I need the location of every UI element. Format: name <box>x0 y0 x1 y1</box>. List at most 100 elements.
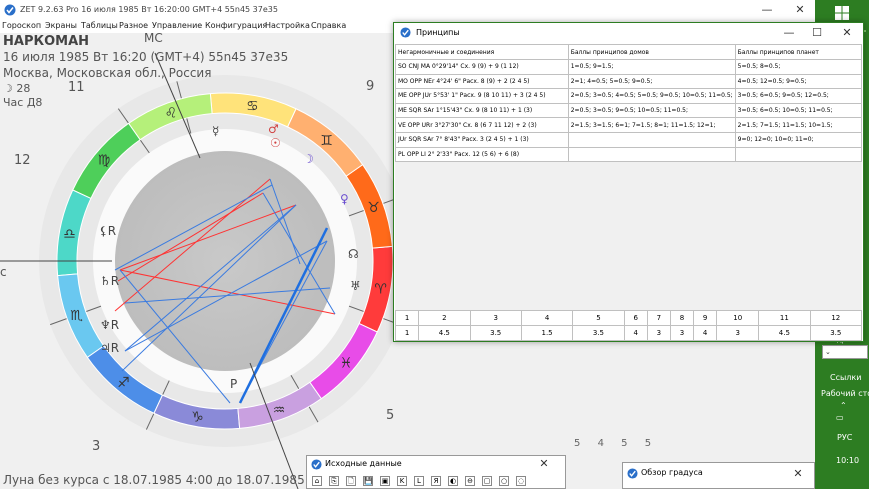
close-button[interactable]: ✕ <box>785 2 815 18</box>
toolbar-tool-icon[interactable]: K <box>397 476 407 486</box>
house-score-cell[interactable] <box>567 131 736 148</box>
score-value-6[interactable]: 4 <box>623 325 648 341</box>
score-house-7[interactable]: 7 <box>646 310 671 326</box>
aspect-cell[interactable]: SO CNJ MA 0°29'14" Сх. 9 (9) + 9 (1 12) <box>395 59 569 75</box>
toolbar-tool-icon[interactable]: ▣ <box>380 476 390 486</box>
house-score-cell[interactable]: 2=0.5; 3=0.5; 9=0.5; 10=0.5; 11=0.5; <box>567 102 736 119</box>
score-value-12[interactable]: 3.5 <box>809 325 863 341</box>
planet-lilith-icon[interactable]: ⚸R <box>99 224 116 238</box>
planet-node-icon[interactable]: ☊ <box>348 247 359 261</box>
table-row[interactable]: VE OPP URr 3°27'30" Сх. 8 (6 7 11 12) + … <box>395 117 863 133</box>
menu-help[interactable]: Справка <box>311 21 346 30</box>
planet-mars-icon[interactable]: ♂ <box>268 122 279 136</box>
aspect-cell[interactable]: VE OPP URr 3°27'30" Сх. 8 (6 7 11 12) + … <box>395 117 569 133</box>
language-indicator[interactable]: РУС <box>837 433 852 442</box>
principles-table[interactable]: Негармоничные и соединения Баллы принцип… <box>395 44 863 163</box>
house-score-cell[interactable]: 2=1; 4=0.5; 5=0.5; 9=0.5; <box>567 73 736 90</box>
table-row[interactable]: ME OPP JUr 5°53' 1" Расх. 9 (8 10 11) + … <box>395 88 863 104</box>
planet-sun-icon[interactable]: ☉ <box>270 136 281 150</box>
restore-button[interactable] <box>755 2 785 18</box>
table-row[interactable]: SO CNJ MA 0°29'14" Сх. 9 (9) + 9 (1 12) 1… <box>395 59 863 75</box>
menu-control[interactable]: Управление <box>152 21 202 30</box>
score-value-7[interactable]: 3 <box>646 325 671 341</box>
aspect-cell[interactable]: JUr SQR SAr 7° 8'43" Расх. 3 (2 4 5) + 1… <box>395 131 569 148</box>
house-score-cell[interactable]: 1=0.5; 9=1.5; <box>567 59 736 75</box>
table-row[interactable]: PL OPP LI 2° 2'33" Расх. 12 (5 6) + 6 (8… <box>395 146 863 163</box>
principles-maximize-button[interactable]: ☐ <box>802 25 832 41</box>
toolbar-tool-icon[interactable]: L <box>414 476 424 486</box>
score-value-1[interactable]: 1 <box>394 325 420 341</box>
toolbar-tool-icon[interactable]: 💾 <box>363 476 373 486</box>
planet-mercury-icon[interactable]: ☿ <box>212 124 219 138</box>
table-row[interactable]: MO OPP NEr 4°24' 6" Расх. 8 (9) + 2 (2 4… <box>395 73 863 90</box>
clock-time[interactable]: 10:10 <box>836 456 859 465</box>
desktop-toolbar[interactable]: Рабочий стол <box>821 389 869 398</box>
planet-score-cell[interactable]: 5=0.5; 8=0.5; <box>734 59 863 75</box>
planet-score-cell[interactable]: 3=0.5; 6=0.5; 9=0.5; 12=0.5; <box>734 88 863 104</box>
planet-score-cell[interactable]: 9=0; 12=0; 10=0; 11=0; <box>734 131 863 148</box>
aspect-cell[interactable]: MO OPP NEr 4°24' 6" Расх. 8 (9) + 2 (2 4… <box>395 73 569 90</box>
toolbar-tool-icon[interactable]: ◐ <box>448 476 458 486</box>
principles-titlebar[interactable]: Принципы — ☐ ✕ <box>394 23 863 43</box>
planet-score-cell[interactable]: 2=1.5; 7=1.5; 11=1.5; 10=1.5; <box>734 117 863 133</box>
house-score-cell[interactable] <box>567 146 736 163</box>
house-score-summary[interactable]: 1 2 3 4 5 6 7 8 9 10 11 12 1 4.5 3.5 1.5 3.5 4 3 3 4 3 4.5 3.5 <box>394 310 863 341</box>
principles-close-button[interactable]: ✕ <box>832 25 862 41</box>
score-house-12[interactable]: 12 <box>809 310 863 326</box>
toolbar-tool-icon[interactable]: ⌂ <box>312 476 322 486</box>
score-house-10[interactable]: 10 <box>716 310 760 326</box>
planet-uranus-icon[interactable]: ♅ <box>350 279 361 293</box>
toolbar-tool-icon[interactable]: ⎘ <box>329 476 339 486</box>
aspect-cell[interactable]: ME SQR SAr 1°15'43" Сх. 9 (8 10 11) + 1 … <box>395 102 569 119</box>
score-value-5[interactable]: 3.5 <box>572 325 625 341</box>
chevron-up-icon[interactable]: ⌃ <box>840 401 847 410</box>
table-row[interactable]: ME SQR SAr 1°15'43" Сх. 9 (8 10 11) + 1 … <box>395 102 863 119</box>
planet-moon-icon[interactable]: ☽ <box>303 152 314 166</box>
score-house-8[interactable]: 8 <box>669 310 695 326</box>
score-value-3[interactable]: 3.5 <box>469 325 522 341</box>
score-value-4[interactable]: 1.5 <box>520 325 574 341</box>
toolbar-tool-icon[interactable]: ○ <box>499 476 509 486</box>
score-value-11[interactable]: 4.5 <box>758 325 811 341</box>
toolbar-tool-icon[interactable]: ⊖ <box>465 476 475 486</box>
principles-minimize-button[interactable]: — <box>774 25 804 41</box>
menu-settings[interactable]: Настройка <box>265 21 310 30</box>
menu-tables[interactable]: Таблицы <box>81 21 118 30</box>
windows-start-icon[interactable] <box>835 6 849 20</box>
menu-horoscope[interactable]: Гороскоп <box>2 21 41 30</box>
col-header-house-scores[interactable]: Баллы принципов домов <box>567 44 736 60</box>
col-header-aspects[interactable]: Негармоничные и соединения <box>395 44 569 60</box>
aspect-cell[interactable]: ME OPP JUr 5°53' 1" Расх. 9 (8 10 11) + … <box>395 88 569 104</box>
degree-overview-close-button[interactable]: ✕ <box>783 466 813 482</box>
menu-misc[interactable]: Разное <box>119 21 148 30</box>
col-header-planet-scores[interactable]: Баллы принципов планет <box>734 44 863 60</box>
score-value-9[interactable]: 4 <box>693 325 718 341</box>
aspect-cell[interactable]: PL OPP LI 2° 2'33" Расх. 12 (5 6) + 6 (8… <box>395 146 569 163</box>
address-field[interactable]: ⌄ <box>822 345 868 359</box>
score-value-10[interactable]: 3 <box>716 325 760 341</box>
score-house-11[interactable]: 11 <box>758 310 811 326</box>
network-icon[interactable]: ▭ <box>836 413 844 422</box>
planet-score-cell[interactable]: 4=0.5; 12=0.5; 9=0.5; <box>734 73 863 90</box>
score-house-2[interactable]: 2 <box>418 310 471 326</box>
score-house-6[interactable]: 6 <box>623 310 648 326</box>
house-score-cell[interactable]: 2=0.5; 3=0.5; 4=0.5; 5=0.5; 9=0.5; 10=0.… <box>567 88 736 104</box>
planet-venus-icon[interactable]: ♀ <box>340 192 349 206</box>
menu-configuration[interactable]: Конфигурация <box>205 21 267 30</box>
toolbar-tool-icon[interactable]: 🗋 <box>346 476 356 486</box>
toolbar-tool-icon[interactable]: ◌ <box>516 476 526 486</box>
table-row[interactable]: JUr SQR SAr 7° 8'43" Расх. 3 (2 4 5) + 1… <box>395 131 863 148</box>
planet-neptune-icon[interactable]: ♆R <box>100 318 119 332</box>
planet-saturn-icon[interactable]: ♄R <box>100 274 119 288</box>
toolbar-tool-icon[interactable]: ▢ <box>482 476 492 486</box>
planet-score-cell[interactable]: 3=0.5; 6=0.5; 10=0.5; 11=0.5; <box>734 102 863 119</box>
house-score-cell[interactable]: 2=1.5; 3=1.5; 6=1; 7=1.5; 8=1; 11=1.5; 1… <box>567 117 736 133</box>
menu-screens[interactable]: Экраны <box>45 21 77 30</box>
score-house-1[interactable]: 1 <box>394 310 420 326</box>
links-toolbar[interactable]: Ссылки <box>830 373 861 382</box>
score-house-5[interactable]: 5 <box>572 310 625 326</box>
planet-jupiter-icon[interactable]: ♃R <box>100 341 119 355</box>
planet-pluto-icon[interactable]: P <box>230 377 237 391</box>
toolbar-tool-icon[interactable]: Я <box>431 476 441 486</box>
score-house-3[interactable]: 3 <box>469 310 522 326</box>
